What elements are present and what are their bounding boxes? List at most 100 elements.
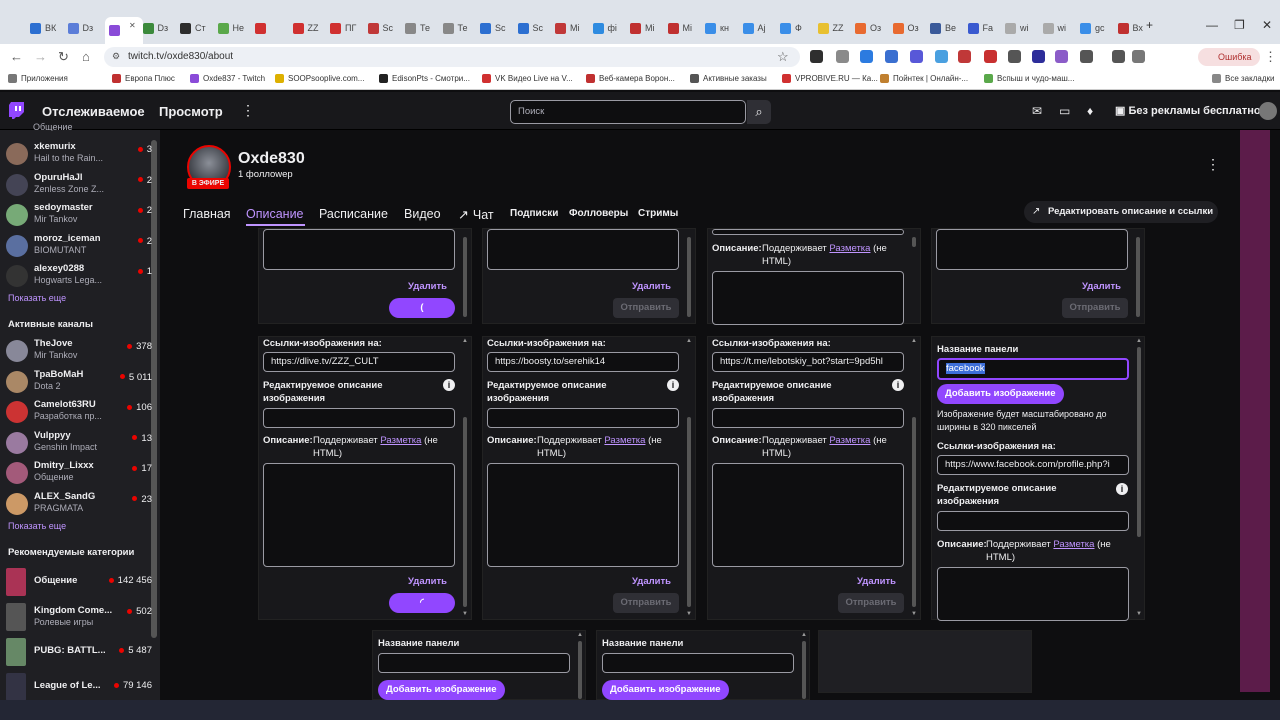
alt-input[interactable] [487, 408, 679, 428]
browser-tab[interactable] [255, 19, 289, 37]
link-input[interactable]: https://dlive.tv/ZZZ_CULT [263, 352, 455, 372]
browser-tab[interactable] [105, 17, 143, 44]
sidebar-category[interactable]: Общение 142 456 [6, 568, 152, 598]
link-input[interactable]: https://www.facebook.com/profile.php?i [937, 455, 1129, 475]
description-textarea[interactable] [487, 463, 679, 567]
bookmark-item[interactable]: EdisonPts - Смотри... [379, 74, 470, 83]
bookmark-item[interactable]: Активные заказы [690, 74, 767, 83]
browser-tab[interactable]: Ве [930, 19, 964, 37]
new-tab-button[interactable]: + [1146, 18, 1153, 32]
site-info-icon[interactable]: ⚙ [112, 51, 120, 62]
channel-tab[interactable]: ↗ Чат [458, 207, 494, 223]
turbo-button[interactable]: ▣ Без рекламы бесплатно [1115, 104, 1261, 117]
show-more-active[interactable]: Показать еще [8, 521, 66, 531]
browser-tab[interactable]: Оз [855, 19, 889, 37]
info-icon[interactable]: i [443, 379, 455, 391]
browser-tab[interactable]: Dз [142, 19, 177, 37]
delete-button[interactable]: Удалить [408, 281, 447, 292]
add-image-button[interactable]: Добавить изображение [937, 384, 1064, 404]
markup-link[interactable]: Разметка [380, 435, 421, 446]
channel-tab[interactable]: Подписки [510, 208, 558, 219]
extension-icon[interactable] [1080, 50, 1093, 63]
alt-input[interactable] [712, 408, 904, 428]
browser-tab[interactable]: ВК [30, 19, 64, 37]
bookmark-item[interactable]: Вспыш и чудо-маш... [984, 74, 1074, 83]
url-field[interactable]: twitch.tv/oxde830/about [104, 47, 800, 67]
browser-tab[interactable]: фі [592, 19, 627, 37]
browser-tab[interactable]: ZZ [817, 19, 852, 37]
browser-tab[interactable]: Sc [480, 19, 514, 37]
channel-more-icon[interactable]: ⋮ [1206, 156, 1220, 173]
browse-link[interactable]: Просмотр [159, 104, 223, 119]
tab-close-icon[interactable]: ✕ [129, 21, 136, 30]
panel-name-input[interactable]: facebook [937, 358, 1129, 380]
sidebar-channel[interactable]: xkemurix Hail to the Rain... 3 [6, 141, 152, 169]
home-icon[interactable]: ⌂ [82, 49, 90, 64]
alt-input[interactable] [937, 511, 1129, 531]
scroll-up-icon[interactable]: ▲ [686, 338, 692, 344]
panel-scrollbar[interactable] [687, 417, 691, 607]
channel-tab[interactable]: Видео [404, 207, 441, 221]
sidebar-category[interactable]: PUBG: BATTL... 5 487 [6, 638, 152, 668]
search-input[interactable]: Поиск [510, 100, 746, 124]
scroll-down-icon[interactable]: ▼ [686, 611, 692, 617]
bookmark-item[interactable]: Приложения [8, 74, 68, 83]
extension-icon[interactable] [1008, 50, 1021, 63]
sidebar-channel[interactable]: ТраВоМаН Dota 2 5 011 [6, 369, 152, 397]
back-icon[interactable]: ← [10, 49, 23, 64]
link-input[interactable]: https://t.me/lebotskiy_bot?start=9pd5hl [712, 352, 904, 372]
panel-name-input[interactable] [602, 653, 794, 673]
browser-tab[interactable]: gc [1080, 19, 1114, 37]
sidebar-channel[interactable]: OpuruHaJl Zenless Zone Z... 2 [6, 172, 152, 200]
send-button-loading[interactable]: ( [389, 298, 455, 318]
panel-name-input[interactable] [378, 653, 570, 673]
extension-icon[interactable] [885, 50, 898, 63]
bookmark-item[interactable]: Веб-камера Ворон... [586, 74, 675, 83]
close-window-button[interactable]: ✕ [1262, 18, 1272, 32]
minimize-button[interactable]: — [1206, 18, 1218, 32]
twitch-logo-icon[interactable] [9, 102, 24, 119]
user-avatar[interactable] [1259, 102, 1277, 120]
channel-tab[interactable]: Расписание [319, 207, 388, 221]
send-button-loading[interactable]: ◜ [389, 593, 455, 613]
scroll-down-icon[interactable]: ▼ [462, 611, 468, 617]
browser-tab[interactable]: Мі [667, 19, 702, 37]
menu-dots-icon[interactable]: ⋮ [1264, 49, 1277, 65]
panel-scrollbar[interactable] [463, 417, 467, 607]
crown-icon[interactable]: ♦ [1087, 104, 1093, 118]
delete-button[interactable]: Удалить [857, 576, 896, 587]
markup-link[interactable]: Разметка [829, 435, 870, 446]
browser-tab[interactable]: Мі [630, 19, 664, 37]
delete-button[interactable]: Удалить [632, 281, 671, 292]
scroll-up-icon[interactable]: ▲ [911, 338, 917, 344]
browser-tab[interactable]: Аj [742, 19, 777, 37]
info-icon[interactable]: i [892, 379, 904, 391]
send-button[interactable]: Отправить [613, 593, 679, 613]
browser-tab[interactable]: кн [705, 19, 739, 37]
inbox-icon[interactable]: ✉ [1032, 104, 1042, 118]
extension-icon[interactable] [1055, 50, 1068, 63]
link-input[interactable]: https://boosty.to/serehik14 [487, 352, 679, 372]
delete-button[interactable]: Удалить [632, 576, 671, 587]
channel-tab[interactable]: Стримы [638, 208, 678, 219]
extension-icon[interactable] [836, 50, 849, 63]
channel-tab[interactable]: Главная [183, 207, 231, 221]
markup-link[interactable]: Разметка [829, 243, 870, 254]
browser-tab[interactable]: Dз [67, 19, 102, 37]
reload-icon[interactable]: ↻ [58, 49, 69, 65]
sidebar-channel[interactable]: Camelot63RU Разработка пр... 106 [6, 399, 152, 427]
info-icon[interactable]: i [1116, 483, 1128, 495]
extension-icon[interactable] [860, 50, 873, 63]
browser-tab[interactable]: ZZ [292, 19, 327, 37]
search-icon[interactable]: ⌕ [747, 100, 771, 124]
sidebar-category[interactable]: Kingdom Come... Ролевые игры 502 [6, 603, 152, 633]
send-button[interactable]: Отправить [1062, 298, 1128, 318]
browser-tab[interactable]: Не [217, 19, 252, 37]
forward-icon[interactable]: → [34, 49, 47, 64]
add-image-button[interactable]: Добавить изображение [602, 680, 729, 700]
delete-button[interactable]: Удалить [408, 576, 447, 587]
browser-tab[interactable]: Те [442, 19, 477, 37]
send-button[interactable]: Отправить [613, 298, 679, 318]
browser-tab[interactable]: ПГ [330, 19, 364, 37]
scroll-up-icon[interactable]: ▲ [462, 338, 468, 344]
